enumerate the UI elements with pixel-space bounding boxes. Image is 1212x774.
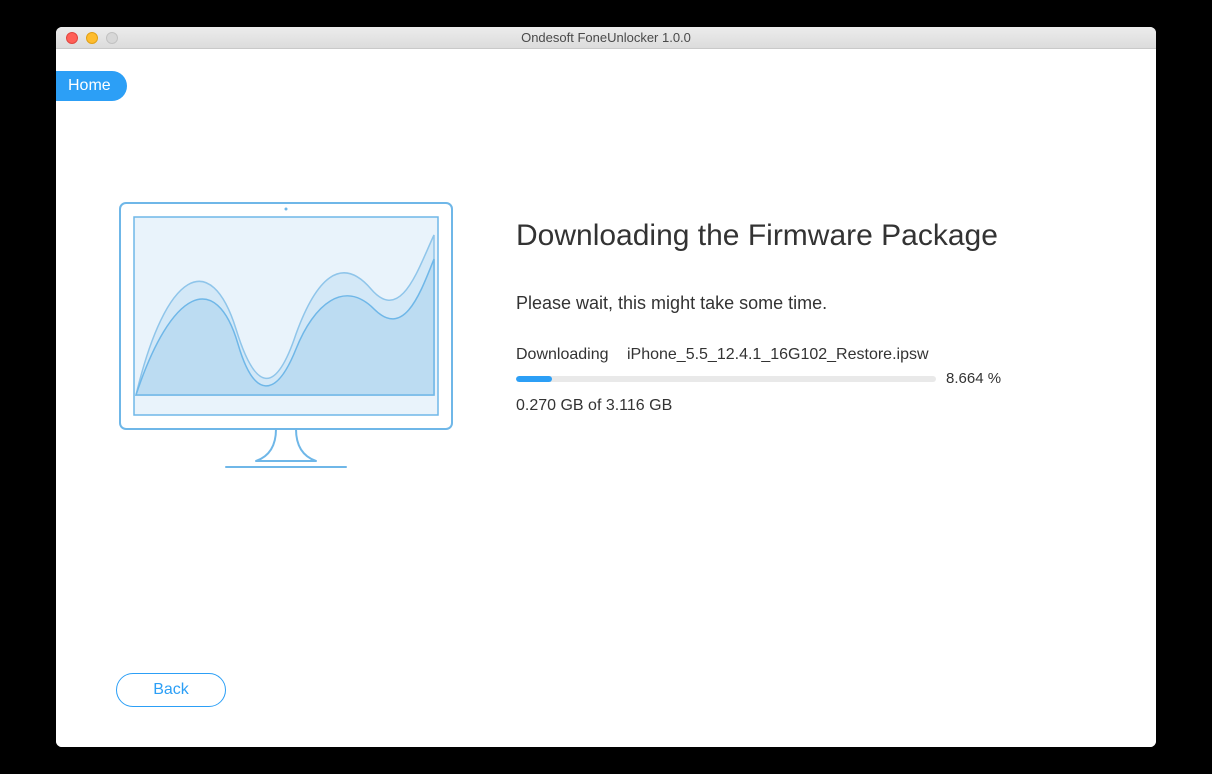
monitor-icon bbox=[116, 199, 456, 479]
back-button[interactable]: Back bbox=[116, 673, 226, 707]
download-file-name: iPhone_5.5_12.4.1_16G102_Restore.ipsw bbox=[627, 346, 929, 363]
content-area: Home bbox=[56, 49, 1156, 747]
download-file-line: Downloading iPhone_5.5_12.4.1_16G102_Res… bbox=[516, 346, 1096, 364]
titlebar: Ondesoft FoneUnlocker 1.0.0 bbox=[56, 27, 1156, 49]
downloading-label: Downloading bbox=[516, 346, 609, 363]
page-heading: Downloading the Firmware Package bbox=[516, 219, 1096, 253]
progress-fill bbox=[516, 376, 552, 382]
minimize-window-button[interactable] bbox=[86, 32, 98, 44]
progress-percent: 8.664 % bbox=[946, 370, 1001, 387]
close-window-button[interactable] bbox=[66, 32, 78, 44]
home-tab[interactable]: Home bbox=[56, 71, 127, 101]
progress-row: 8.664 % bbox=[516, 370, 1096, 387]
window-controls bbox=[56, 32, 118, 44]
illustration bbox=[116, 199, 456, 484]
window-title: Ondesoft FoneUnlocker 1.0.0 bbox=[56, 30, 1156, 45]
main-area: Downloading the Firmware Package Please … bbox=[116, 199, 1096, 484]
download-size: 0.270 GB of 3.116 GB bbox=[516, 397, 1096, 415]
page-subheading: Please wait, this might take some time. bbox=[516, 293, 1096, 314]
app-window: Ondesoft FoneUnlocker 1.0.0 Home bbox=[56, 27, 1156, 747]
progress-bar bbox=[516, 376, 936, 382]
maximize-window-button[interactable] bbox=[106, 32, 118, 44]
info-panel: Downloading the Firmware Package Please … bbox=[516, 199, 1096, 484]
